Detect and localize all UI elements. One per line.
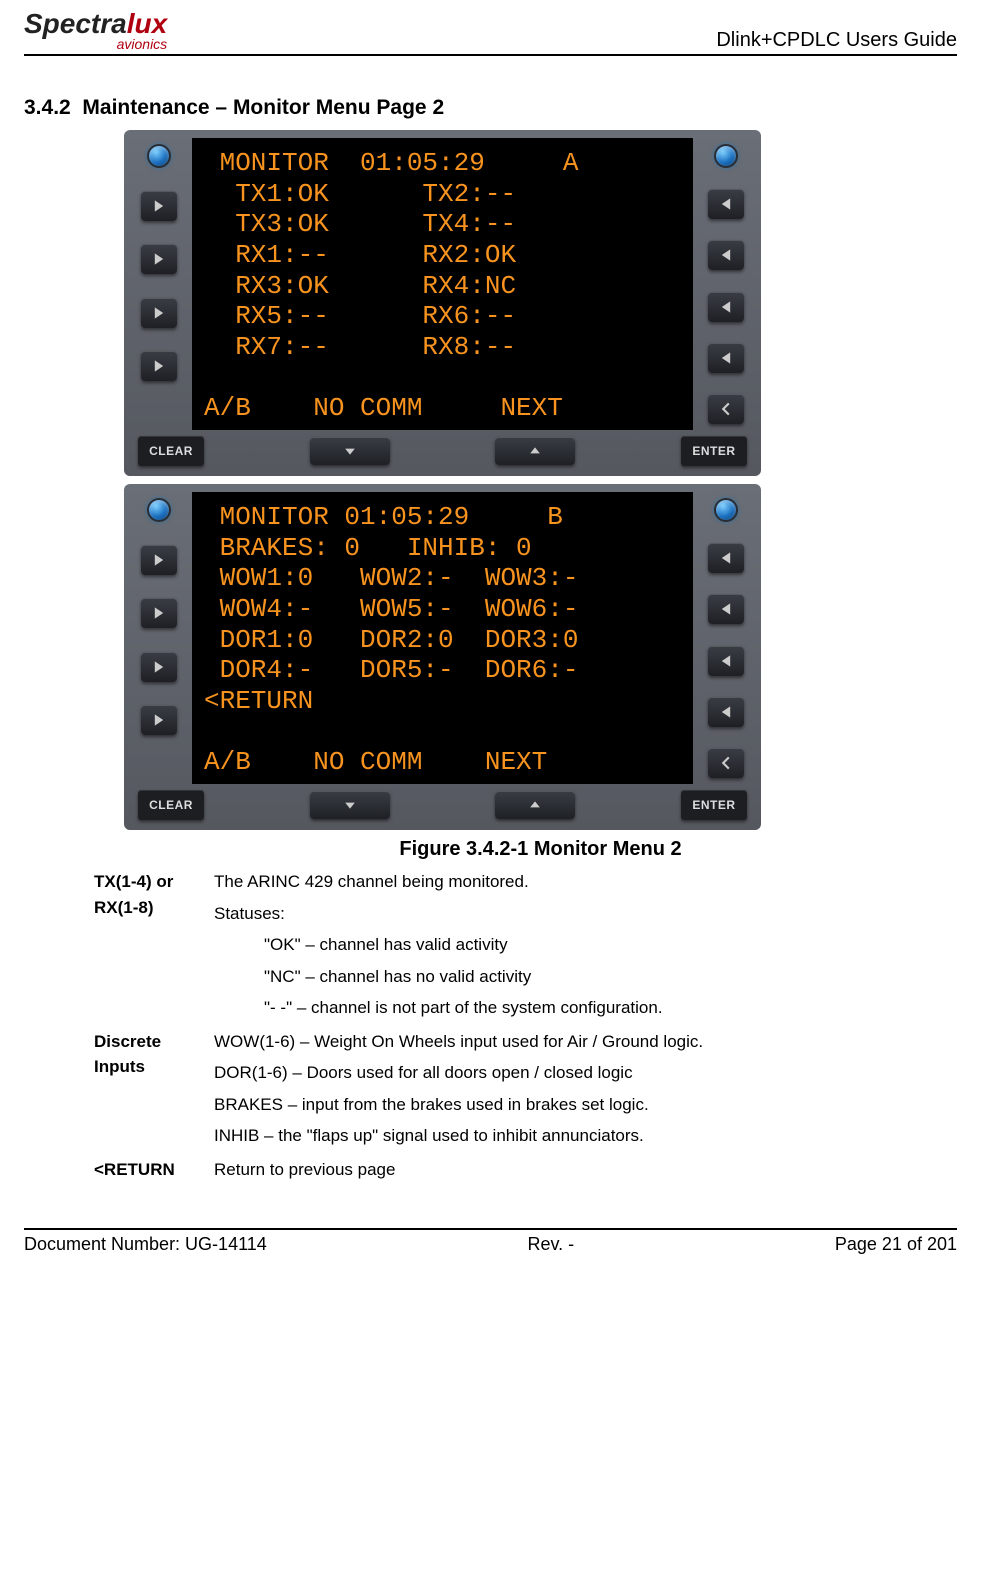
term-discrete-inputs: Discrete Inputs xyxy=(94,1029,214,1155)
def-text: "NC" – channel has no valid activity xyxy=(264,964,937,990)
guide-title: Dlink+CPDLC Users Guide xyxy=(716,29,957,52)
side-button-left[interactable] xyxy=(141,244,177,274)
logo-text-2: lux xyxy=(127,8,167,39)
back-button[interactable] xyxy=(708,394,744,424)
side-button-left[interactable] xyxy=(141,298,177,328)
led-indicator xyxy=(714,498,738,522)
display-screen-b: MONITOR 01:05:29 B BRAKES: 0 INHIB: 0 WO… xyxy=(192,492,693,784)
term-tx-rx: TX(1-4) or RX(1-8) xyxy=(94,869,214,1027)
logo: Spectralux avionics xyxy=(24,10,167,52)
logo-text-1: Spectra xyxy=(24,8,127,39)
side-button-right[interactable] xyxy=(708,594,744,624)
side-button-right[interactable] xyxy=(708,240,744,270)
side-button-left[interactable] xyxy=(141,545,177,575)
left-controls xyxy=(132,138,186,430)
def-text: The ARINC 429 channel being monitored. xyxy=(214,869,937,895)
right-controls xyxy=(699,138,753,430)
led-indicator xyxy=(147,498,171,522)
side-button-right[interactable] xyxy=(708,343,744,373)
section-number: 3.4.2 xyxy=(24,96,71,119)
side-button-right[interactable] xyxy=(708,292,744,322)
enter-button[interactable]: ENTER xyxy=(681,790,747,820)
term-return: <RETURN xyxy=(94,1157,214,1189)
description-list: TX(1-4) or RX(1-8) The ARINC 429 channel… xyxy=(94,869,937,1188)
up-button[interactable] xyxy=(495,791,575,819)
display-screen-a: MONITOR 01:05:29 A TX1:OK TX2:-- TX3:OK … xyxy=(192,138,693,430)
section-title: Maintenance – Monitor Menu Page 2 xyxy=(82,96,444,119)
def-text: DOR(1-6) – Doors used for all doors open… xyxy=(214,1060,937,1086)
back-button[interactable] xyxy=(708,748,744,778)
side-button-right[interactable] xyxy=(708,697,744,727)
def-text: Return to previous page xyxy=(214,1157,937,1183)
device-panel-a: MONITOR 01:05:29 A TX1:OK TX2:-- TX3:OK … xyxy=(124,130,761,476)
section-heading: 3.4.2 Maintenance – Monitor Menu Page 2 xyxy=(24,96,957,120)
def-text: INHIB – the "flaps up" signal used to in… xyxy=(214,1123,937,1149)
led-indicator xyxy=(147,144,171,168)
device-panel-b: MONITOR 01:05:29 B BRAKES: 0 INHIB: 0 WO… xyxy=(124,484,761,830)
side-button-left[interactable] xyxy=(141,598,177,628)
side-button-left[interactable] xyxy=(141,705,177,735)
side-button-right[interactable] xyxy=(708,646,744,676)
down-button[interactable] xyxy=(310,437,390,465)
right-controls xyxy=(699,492,753,784)
def-text: Statuses: xyxy=(214,901,937,927)
page-footer: Document Number: UG-14114 Rev. - Page 21… xyxy=(24,1228,957,1255)
up-button[interactable] xyxy=(495,437,575,465)
clear-button[interactable]: CLEAR xyxy=(138,790,204,820)
def-text: WOW(1-6) – Weight On Wheels input used f… xyxy=(214,1029,937,1055)
def-text: BRAKES – input from the brakes used in b… xyxy=(214,1092,937,1118)
enter-button[interactable]: ENTER xyxy=(681,436,747,466)
led-indicator xyxy=(714,144,738,168)
side-button-right[interactable] xyxy=(708,543,744,573)
down-button[interactable] xyxy=(310,791,390,819)
doc-number: Document Number: UG-14114 xyxy=(24,1234,267,1255)
page-number: Page 21 of 201 xyxy=(835,1234,957,1255)
side-button-right[interactable] xyxy=(708,189,744,219)
clear-button[interactable]: CLEAR xyxy=(138,436,204,466)
left-controls xyxy=(132,492,186,784)
figure-caption: Figure 3.4.2-1 Monitor Menu 2 xyxy=(124,838,957,861)
def-text: "- -" – channel is not part of the syste… xyxy=(264,995,937,1021)
def-text: "OK" – channel has valid activity xyxy=(264,932,937,958)
side-button-left[interactable] xyxy=(141,191,177,221)
revision: Rev. - xyxy=(528,1234,575,1255)
page-header: Spectralux avionics Dlink+CPDLC Users Gu… xyxy=(24,10,957,56)
side-button-left[interactable] xyxy=(141,351,177,381)
side-button-left[interactable] xyxy=(141,652,177,682)
